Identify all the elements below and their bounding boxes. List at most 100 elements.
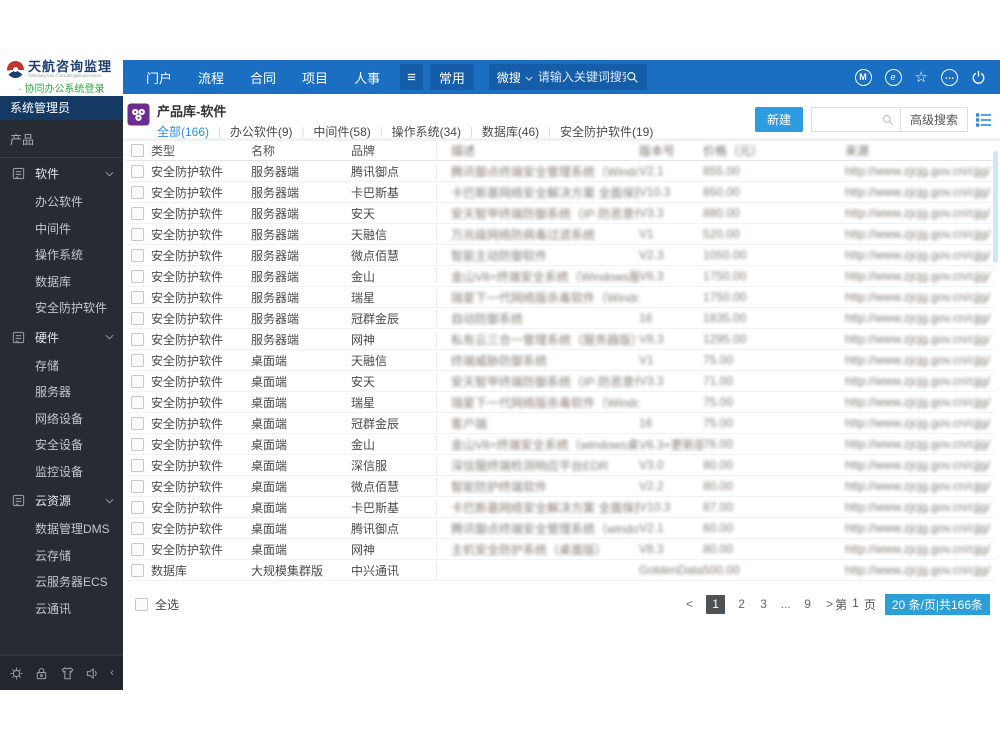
sidebar-item[interactable]: 中间件: [0, 216, 123, 243]
nav-item[interactable]: 人事: [354, 68, 380, 87]
row-checkbox[interactable]: [131, 269, 144, 283]
sidebar-item[interactable]: 操作系统: [0, 242, 123, 269]
sidebar-item[interactable]: 云存储: [0, 543, 123, 570]
row-checkbox[interactable]: [131, 353, 144, 367]
advanced-search-button[interactable]: 高级搜索: [899, 108, 967, 131]
sidebar-group-header[interactable]: 软件: [0, 158, 123, 189]
scrollbar-thumb[interactable]: [993, 151, 998, 263]
select-all-checkbox[interactable]: [135, 597, 148, 611]
power-icon[interactable]: [971, 70, 986, 85]
cell-price: 80.00: [703, 458, 734, 472]
cell-price: 850.00: [703, 185, 740, 199]
search-icon[interactable]: [626, 71, 639, 84]
cell-brand: 深信服: [351, 456, 437, 474]
sidebar-item[interactable]: 监控设备: [0, 459, 123, 486]
row-checkbox[interactable]: [131, 248, 144, 262]
row-checkbox[interactable]: [131, 185, 144, 199]
cell-price: 880.00: [703, 206, 740, 220]
page-button[interactable]: 9: [802, 597, 813, 611]
row-checkbox[interactable]: [131, 374, 144, 388]
sidebar-item[interactable]: 服务器: [0, 379, 123, 406]
sidebar-item[interactable]: 安全设备: [0, 432, 123, 459]
more-ellipsis-icon[interactable]: …: [941, 68, 958, 86]
row-checkbox[interactable]: [131, 500, 144, 514]
apps-menu-button[interactable]: ≡: [400, 64, 423, 90]
row-checkbox[interactable]: [131, 206, 144, 220]
sidebar-item[interactable]: 存储: [0, 353, 123, 380]
row-checkbox[interactable]: [131, 395, 144, 409]
row-checkbox[interactable]: [131, 437, 144, 451]
tab[interactable]: 中间件(58): [313, 123, 370, 140]
row-checkbox[interactable]: [131, 458, 144, 472]
row-checkbox[interactable]: [131, 479, 144, 493]
nav-item[interactable]: 项目: [302, 68, 328, 87]
lock-icon[interactable]: [34, 666, 49, 681]
tab[interactable]: 办公软件(9): [230, 123, 293, 140]
row-checkbox[interactable]: [131, 227, 144, 241]
page-button[interactable]: ...: [780, 597, 791, 611]
per-page-selector[interactable]: 20 条/页|共166条: [884, 593, 990, 615]
row-checkbox[interactable]: [131, 542, 144, 556]
row-checkbox[interactable]: [131, 563, 144, 577]
volume-icon[interactable]: [85, 666, 100, 681]
global-search-input[interactable]: [537, 70, 626, 84]
cell-name: 服务器端: [251, 269, 300, 284]
cell-price: 76.00: [703, 437, 734, 451]
cell-brand: 冠群金辰: [351, 309, 437, 327]
page-button[interactable]: 3: [758, 597, 769, 611]
table-search-box: 高级搜索: [810, 107, 968, 132]
theme-shirt-icon[interactable]: [60, 666, 75, 681]
new-button[interactable]: 新建: [754, 107, 803, 132]
next-page-button[interactable]: >: [824, 597, 835, 611]
collapse-arrow-icon[interactable]: ‹: [110, 667, 114, 679]
cell-type: 安全防护软件: [151, 500, 224, 515]
message-e-icon[interactable]: e: [884, 68, 902, 86]
search-icon: [883, 114, 893, 125]
cell-price: 520.00: [703, 227, 740, 241]
row-checkbox[interactable]: [131, 416, 144, 430]
cell-type: 安全防护软件: [151, 374, 224, 389]
cell-source: http://www.zjcjg.gov.cn/cjjg/: [845, 563, 991, 577]
cell-desc: 瑞星下一代网络版杀毒软件（Windows桌面版）: [451, 395, 639, 410]
cell-name: 服务器端: [251, 248, 300, 263]
table-search-input[interactable]: [811, 112, 882, 127]
header-checkbox[interactable]: [131, 144, 144, 157]
prev-page-button[interactable]: <: [684, 597, 695, 611]
m-badge-icon[interactable]: M: [854, 68, 872, 86]
tab[interactable]: 全部(166): [157, 123, 209, 140]
sidebar-item[interactable]: 云通讯: [0, 596, 123, 623]
sidebar-item[interactable]: 办公软件: [0, 189, 123, 216]
sidebar-item[interactable]: 云服务器ECS: [0, 569, 123, 596]
page-button[interactable]: 1: [706, 594, 726, 614]
cell-brand: 瑞星: [351, 288, 437, 306]
page-button[interactable]: 2: [736, 597, 747, 611]
list-view-icon[interactable]: [976, 112, 992, 127]
row-checkbox[interactable]: [131, 521, 144, 535]
tab-separator: |: [548, 125, 552, 138]
row-checkbox[interactable]: [131, 164, 144, 178]
tab[interactable]: 操作系统(34): [392, 123, 461, 140]
main-content: 产品库-软件 全部(166) | 办公软件(9) | 中间件(58) | 操作系统(34) |…: [123, 94, 1000, 690]
sidebar-group-header[interactable]: 硬件: [0, 322, 123, 353]
sidebar-item[interactable]: 数据管理DMS: [0, 516, 123, 543]
favorite-star-icon[interactable]: ☆: [915, 70, 928, 85]
sidebar-group-header[interactable]: 云资源: [0, 485, 123, 516]
cell-source: http://www.zjcjg.gov.cn/cjjg/: [845, 227, 991, 241]
oa-login-link[interactable]: · 协同办公系统登录: [0, 80, 123, 95]
sidebar-item[interactable]: 数据库: [0, 269, 123, 296]
row-checkbox[interactable]: [131, 332, 144, 346]
sidebar-item[interactable]: 安全防护软件: [0, 295, 123, 322]
settings-gear-icon[interactable]: [9, 666, 24, 681]
nav-item[interactable]: 流程: [198, 68, 224, 87]
nav-item[interactable]: 合同: [250, 68, 276, 87]
tab[interactable]: 安全防护软件(19): [560, 123, 653, 140]
cell-name: 桌面端: [251, 437, 288, 452]
tab[interactable]: 数据库(46): [482, 123, 539, 140]
frequent-nav-button[interactable]: 常用: [429, 64, 474, 90]
row-checkbox[interactable]: [131, 290, 144, 304]
sidebar-item[interactable]: 网络设备: [0, 406, 123, 433]
cell-desc: 自动防御系统: [451, 311, 524, 326]
search-scope-selector[interactable]: 微搜: [497, 69, 521, 86]
nav-item[interactable]: 门户: [146, 68, 172, 87]
row-checkbox[interactable]: [131, 311, 144, 325]
